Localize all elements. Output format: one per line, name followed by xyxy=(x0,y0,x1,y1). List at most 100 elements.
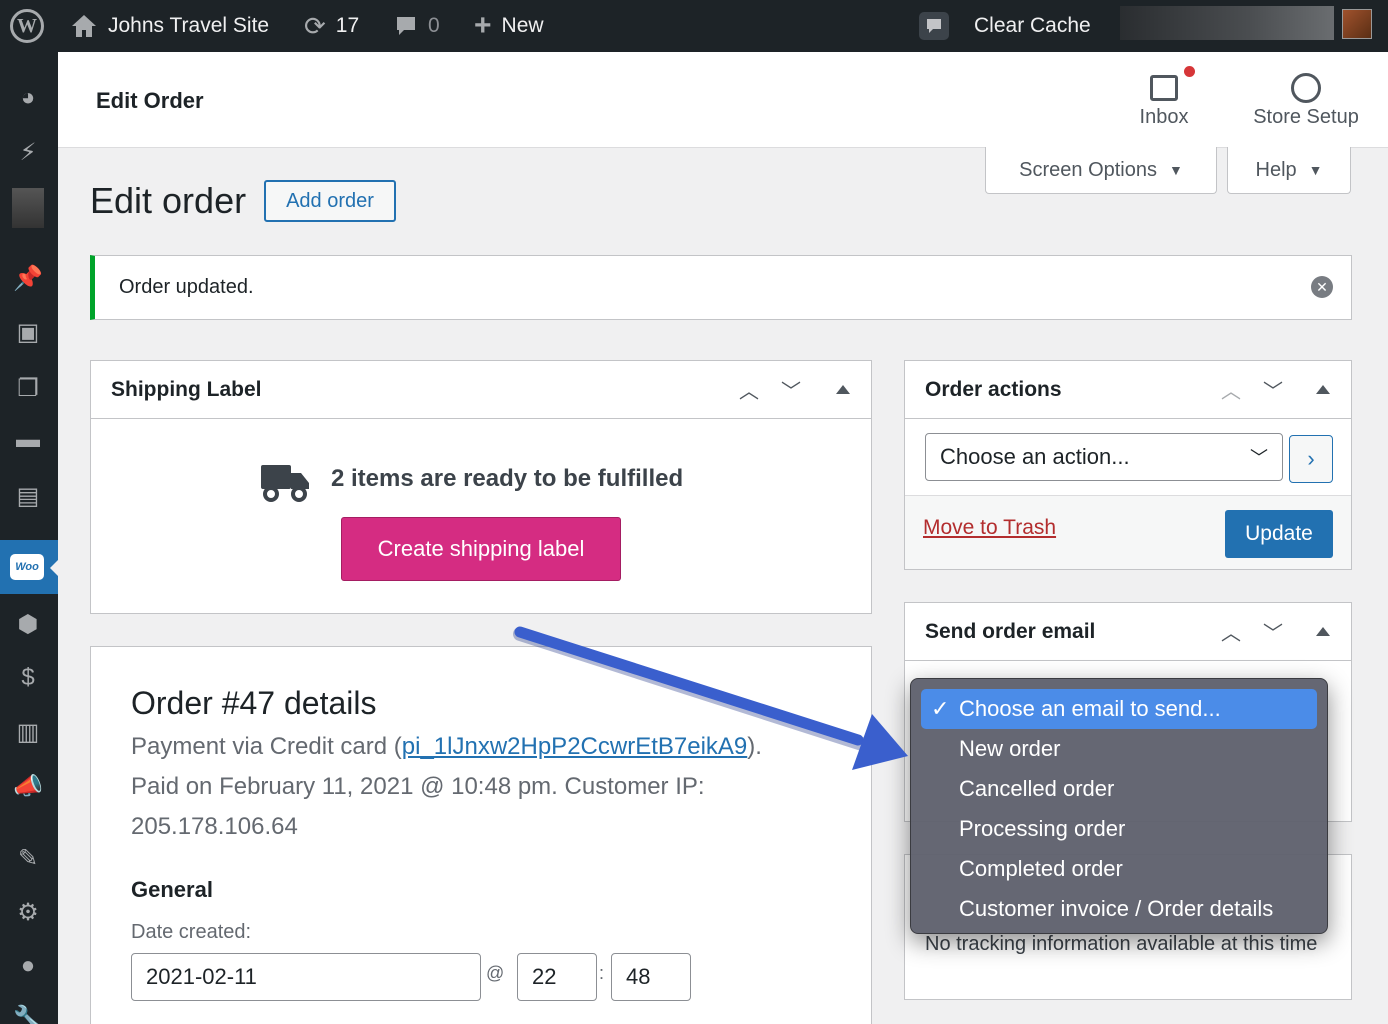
email-select-dropdown[interactable]: ✓ Choose an email to send... New order Ca… xyxy=(910,678,1328,934)
analytics-icon[interactable]: ▥ xyxy=(8,712,48,752)
comments-icon[interactable]: ▬ xyxy=(8,420,48,460)
order-payment-meta: Payment via Credit card (pi_1lJnxw2HpP2C… xyxy=(131,727,851,847)
postbox-header: Order actions ︿ ﹀ xyxy=(905,361,1351,419)
updates-count: 17 xyxy=(335,14,360,37)
move-to-trash-link[interactable]: Move to Trash xyxy=(923,516,1056,540)
dropdown-option[interactable]: Processing order xyxy=(921,809,1317,849)
inbox-button[interactable]: Inbox xyxy=(1134,70,1194,129)
clear-cache-label: Clear Cache xyxy=(974,14,1091,37)
inbox-label: Inbox xyxy=(1139,106,1189,128)
collapse-toggle-icon[interactable] xyxy=(1316,627,1330,636)
media-icon[interactable]: ▣ xyxy=(8,312,48,352)
success-notice: Order updated. ✕ xyxy=(90,255,1352,320)
woocommerce-icon: Woo xyxy=(10,554,44,580)
plus-icon: + xyxy=(474,9,492,42)
plugins-icon[interactable]: ⚙ xyxy=(8,892,48,932)
products-icon[interactable]: ⬢ xyxy=(8,604,48,644)
collapse-toggle-icon[interactable] xyxy=(1316,385,1330,394)
dropdown-option[interactable]: Customer invoice / Order details xyxy=(921,889,1317,929)
payment-suffix: ). xyxy=(747,733,762,760)
move-up-icon[interactable]: ︿ xyxy=(1217,375,1245,404)
forms-icon[interactable]: ▤ xyxy=(8,476,48,516)
new-label: New xyxy=(501,14,544,37)
admin-sidebar: ◕ ⚡ 📌 ▣ ❐ ▬ ▤ Woo ⬢ $ ▥ 📣 ✎ ⚙ ● 🔧 xyxy=(0,52,58,1024)
order-actions-box: Order actions ︿ ﹀ Choose an action... ﹀ … xyxy=(904,360,1352,570)
pin-icon[interactable]: 📌 xyxy=(8,258,48,298)
updates-link[interactable]: ⟳ 17 xyxy=(304,0,359,52)
move-up-icon[interactable]: ︿ xyxy=(1217,617,1245,646)
cache-icon xyxy=(919,12,949,40)
tools-icon[interactable]: 🔧 xyxy=(8,998,48,1024)
create-shipping-label-button[interactable]: Create shipping label xyxy=(341,517,621,581)
help-label: Help xyxy=(1255,158,1297,181)
jetpack-icon[interactable]: ⚡ xyxy=(8,132,48,172)
checkmark-icon: ✓ xyxy=(931,696,950,721)
paid-on-text: Paid on February 11, 2021 @ 10:48 pm. Cu… xyxy=(131,773,705,800)
move-up-icon[interactable]: ︿ xyxy=(735,375,763,404)
caret-down-icon: ▼ xyxy=(1308,162,1323,178)
payments-icon[interactable]: $ xyxy=(8,658,48,698)
at-separator: @ xyxy=(486,963,505,983)
notification-dot xyxy=(1184,66,1195,77)
avatar[interactable] xyxy=(1342,9,1372,39)
dashboard-icon[interactable]: ◕ xyxy=(8,78,48,118)
screen-options-button[interactable]: Screen Options ▼ xyxy=(985,147,1217,194)
new-content-link[interactable]: + New xyxy=(474,0,544,52)
minute-field[interactable]: 48 xyxy=(611,953,691,1001)
postbox-header: Shipping Label ︿ ﹀ xyxy=(91,361,871,419)
store-setup-button[interactable]: Store Setup xyxy=(1244,70,1368,129)
dropdown-option[interactable]: Completed order xyxy=(921,849,1317,889)
help-button[interactable]: Help ▼ xyxy=(1227,147,1351,194)
pages-icon[interactable]: ❐ xyxy=(8,368,48,408)
order-actions-footer: Move to Trash Update xyxy=(905,495,1351,569)
caret-down-icon: ▼ xyxy=(1169,162,1183,178)
updates-icon: ⟳ xyxy=(304,10,326,41)
general-heading: General xyxy=(131,877,213,902)
date-created-field[interactable]: 2021-02-11 xyxy=(131,953,481,1001)
appearance-icon[interactable]: ✎ xyxy=(8,838,48,878)
order-action-select[interactable]: Choose an action... ﹀ xyxy=(925,433,1283,481)
admin-bar: W Johns Travel Site ⟳ 17 0 + New Clear C… xyxy=(0,0,1388,52)
update-button[interactable]: Update xyxy=(1225,510,1333,558)
order-details-box: Order #47 details Payment via Credit car… xyxy=(90,646,872,1024)
chevron-right-icon: › xyxy=(1307,446,1315,471)
postbox-header: Send order email ︿ ﹀ xyxy=(905,603,1351,661)
dropdown-option[interactable]: Cancelled order xyxy=(921,769,1317,809)
apply-action-button[interactable]: › xyxy=(1289,435,1333,483)
collapse-toggle-icon[interactable] xyxy=(836,385,850,394)
dismiss-icon[interactable]: ✕ xyxy=(1311,276,1333,298)
move-down-icon[interactable]: ﹀ xyxy=(1259,375,1287,404)
comments-link[interactable]: 0 xyxy=(394,0,440,52)
account-name-redacted[interactable] xyxy=(1120,6,1334,40)
hour-field[interactable]: 22 xyxy=(517,953,597,1001)
clear-cache-link[interactable]: Clear Cache xyxy=(918,0,1091,52)
home-icon xyxy=(72,15,96,37)
site-name: Johns Travel Site xyxy=(108,14,270,37)
store-setup-label: Store Setup xyxy=(1253,106,1359,128)
inbox-icon xyxy=(1150,75,1178,101)
header-title: Edit Order xyxy=(96,88,204,113)
customer-ip: 205.178.106.64 xyxy=(131,813,298,840)
fulfillment-message: 2 items are ready to be fulfilled xyxy=(331,465,684,492)
screen-options-label: Screen Options xyxy=(1019,158,1157,181)
send-order-email-title: Send order email xyxy=(925,620,1096,643)
active-menu-pointer xyxy=(50,560,58,576)
date-created-label: Date created: xyxy=(131,921,252,943)
marketing-icon[interactable]: 📣 xyxy=(8,766,48,806)
wordpress-logo-icon[interactable]: W xyxy=(10,0,44,52)
dropdown-option[interactable]: New order xyxy=(921,729,1317,769)
shipping-label-box: Shipping Label ︿ ﹀ 2 items are ready to … xyxy=(90,360,872,614)
add-order-button[interactable]: Add order xyxy=(264,180,396,222)
site-name-link[interactable]: Johns Travel Site xyxy=(70,0,269,52)
payment-prefix: Payment via Credit card ( xyxy=(131,733,402,760)
users-icon[interactable]: ● xyxy=(8,946,48,986)
move-down-icon[interactable]: ﹀ xyxy=(1259,617,1287,646)
block-icon[interactable] xyxy=(8,188,48,228)
payment-id-link[interactable]: pi_1lJnxw2HpP2CcwrEtB7eikA9 xyxy=(402,733,748,760)
truck-icon xyxy=(261,465,309,502)
dropdown-option[interactable]: ✓ Choose an email to send... xyxy=(921,689,1317,729)
move-down-icon[interactable]: ﹀ xyxy=(777,375,805,404)
page-title: Edit order xyxy=(90,180,247,221)
order-action-value: Choose an action... xyxy=(940,444,1130,469)
chevron-down-icon: ﹀ xyxy=(1250,448,1268,468)
